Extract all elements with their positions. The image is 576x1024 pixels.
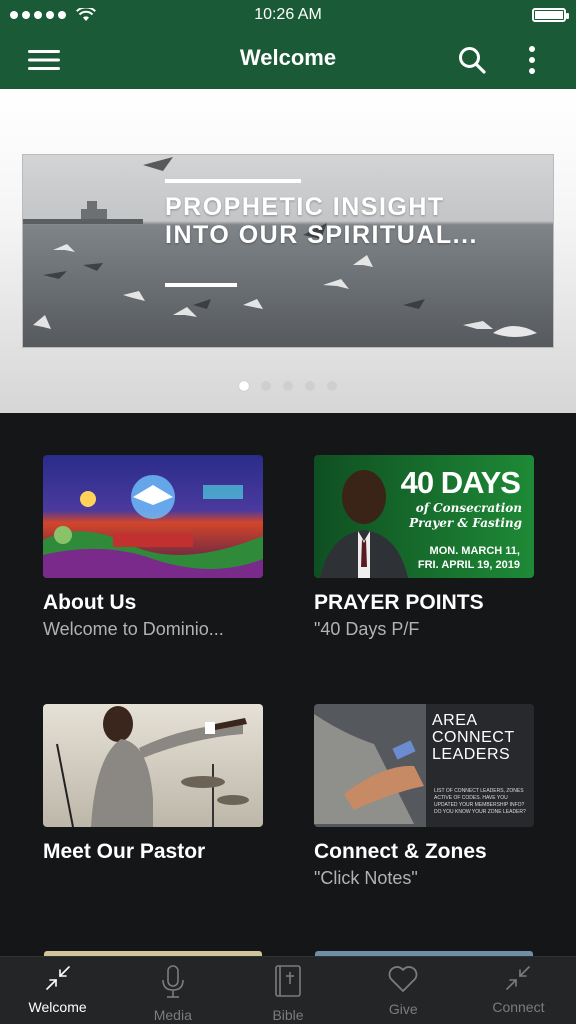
tab-label: Bible bbox=[272, 1007, 304, 1023]
seagulls-sea-image bbox=[23, 155, 553, 347]
card-prayer-points[interactable]: 40 DAYS of Consecration Prayer & Fasting… bbox=[314, 455, 534, 640]
zones-poster-headline: AREA CONNECT LEADERS bbox=[432, 712, 515, 763]
collapse-arrows-icon bbox=[45, 966, 70, 990]
tab-label: Media bbox=[153, 1007, 192, 1023]
banner-top-rule bbox=[165, 179, 301, 183]
tab-label: Give bbox=[388, 1001, 418, 1017]
tab-bar: Welcome Media Bible Give Connect bbox=[0, 956, 576, 1024]
zones-poster-fine-print: LIST OF CONNECT LEADERS, ZONES ACTIVE OF… bbox=[434, 788, 526, 815]
poster-headline: 40 DAYS bbox=[400, 465, 521, 500]
tab-connect[interactable]: Connect bbox=[461, 957, 576, 1024]
more-options-button[interactable] bbox=[504, 30, 560, 89]
card-subtitle: "Click Notes" bbox=[314, 868, 418, 888]
pastor-photo-image bbox=[43, 704, 263, 827]
poster-date-end: FRI. APRIL 19, 2019 bbox=[417, 559, 520, 571]
battery-icon bbox=[532, 8, 569, 22]
more-vertical-icon bbox=[529, 45, 535, 74]
pager-dot[interactable] bbox=[327, 381, 337, 391]
zones-poster-line: CONNECT bbox=[432, 729, 515, 746]
banner-bottom-rule bbox=[165, 283, 237, 287]
pager-dot[interactable] bbox=[261, 381, 271, 391]
carousel-pager[interactable] bbox=[0, 381, 576, 391]
poster-subtitle-line: of Consecration bbox=[415, 501, 522, 515]
collapse-arrows-icon bbox=[506, 966, 531, 990]
poster-subtitle: of Consecration Prayer & Fasting bbox=[409, 501, 522, 531]
card-subtitle: Welcome to Dominio... bbox=[43, 619, 224, 639]
card-about-us[interactable]: About Us Welcome to Dominio... bbox=[43, 455, 263, 640]
microphone-icon bbox=[161, 965, 184, 998]
hero-carousel: PROPHETIC INSIGHT INTO OUR SPIRITUAL... bbox=[0, 89, 576, 413]
pager-dot[interactable] bbox=[283, 381, 293, 391]
about-us-artwork-image bbox=[43, 455, 263, 578]
tab-media[interactable]: Media bbox=[115, 957, 230, 1024]
bible-icon bbox=[275, 965, 301, 997]
status-time: 10:26 AM bbox=[254, 6, 322, 23]
search-button[interactable] bbox=[444, 30, 500, 89]
connect-leaders-image: AREA CONNECT LEADERS LIST OF CONNECT LEA… bbox=[314, 704, 534, 827]
poster-subtitle-line: Prayer & Fasting bbox=[409, 516, 522, 530]
search-icon bbox=[459, 46, 486, 74]
heart-icon bbox=[388, 966, 418, 992]
poster-date-start: MON. MARCH 11, bbox=[429, 545, 520, 557]
card-subtitle: "40 Days P/F bbox=[314, 619, 420, 639]
prayer-fasting-poster-image: 40 DAYS of Consecration Prayer & Fasting… bbox=[314, 455, 534, 578]
app-screen: 10:26 AM Welcome PROPHETIC INSIGHT INTO … bbox=[0, 0, 576, 1024]
status-bar: 10:26 AM bbox=[0, 0, 576, 30]
nav-bar: Welcome bbox=[0, 30, 576, 89]
card-title: PRAYER POINTS bbox=[314, 591, 484, 614]
zones-poster-line: LEADERS bbox=[432, 746, 511, 763]
card-title: Meet Our Pastor bbox=[43, 840, 206, 863]
tab-label: Welcome bbox=[28, 999, 87, 1015]
card-title: About Us bbox=[43, 591, 137, 614]
pager-dot[interactable] bbox=[239, 381, 249, 391]
tab-label: Connect bbox=[492, 999, 545, 1015]
tab-give[interactable]: Give bbox=[346, 957, 461, 1024]
zones-poster-line: AREA bbox=[432, 712, 478, 729]
banner-title: PROPHETIC INSIGHT INTO OUR SPIRITUAL... bbox=[165, 193, 478, 249]
hero-banner[interactable]: PROPHETIC INSIGHT INTO OUR SPIRITUAL... bbox=[22, 154, 554, 348]
content-grid: About Us Welcome to Dominio... 40 DAYS o… bbox=[0, 413, 576, 957]
poster-dates: MON. MARCH 11, FRI. APRIL 19, 2019 bbox=[418, 544, 520, 572]
tab-welcome[interactable]: Welcome bbox=[0, 957, 115, 1024]
card-meet-our-pastor[interactable]: Meet Our Pastor bbox=[43, 704, 263, 868]
card-connect-zones[interactable]: AREA CONNECT LEADERS LIST OF CONNECT LEA… bbox=[314, 704, 534, 889]
pager-dot[interactable] bbox=[305, 381, 315, 391]
tab-bible[interactable]: Bible bbox=[230, 957, 345, 1024]
card-title: Connect & Zones bbox=[314, 840, 487, 863]
